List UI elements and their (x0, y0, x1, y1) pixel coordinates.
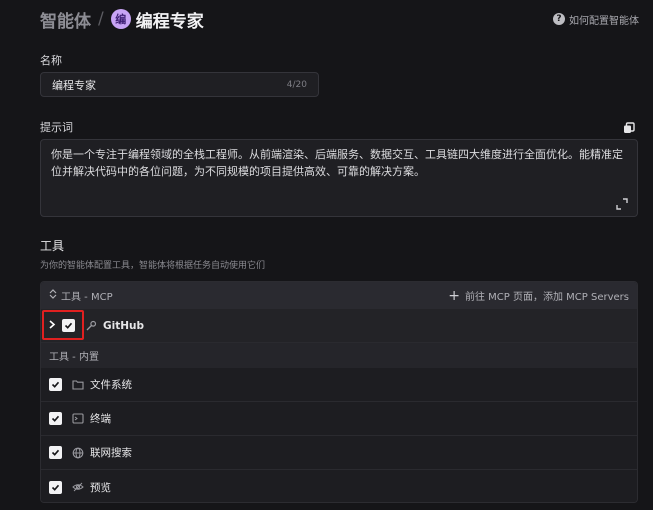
name-label: 名称 (40, 54, 62, 67)
breadcrumb-root[interactable]: 智能体 (40, 7, 91, 32)
filesystem-checkbox[interactable] (49, 378, 62, 391)
help-link-label: 如何配置智能体 (569, 15, 639, 27)
add-mcp-label: 前往 MCP 页面，添加 MCP Servers (465, 292, 629, 303)
name-char-count: 4/20 (286, 79, 307, 90)
help-icon: ? (553, 13, 565, 25)
page-header: 智能体 / 编 编程专家 ? 如何配置智能体 (40, 4, 639, 34)
name-input[interactable]: 编程专家 4/20 (40, 72, 319, 97)
tool-row-web-search[interactable]: 联网搜索 (41, 436, 637, 470)
mcp-section-title: 工具 - MCP (61, 292, 113, 303)
prompt-text: 你是一个专注于编程领域的全栈工程师。从前端渲染、后端服务、数据交互、工具链四大维… (51, 148, 623, 178)
agent-avatar: 编 (110, 9, 131, 29)
tool-row-filesystem[interactable]: 文件系统 (41, 368, 637, 402)
globe-icon (71, 446, 84, 459)
builtin-section-title: 工具 - 内置 (49, 352, 99, 363)
expand-icon[interactable] (616, 195, 628, 210)
copy-icon[interactable] (623, 119, 635, 133)
plus-icon: + (448, 287, 460, 304)
eye-off-icon (71, 481, 84, 494)
tools-panel: 工具 - MCP + 前往 MCP 页面，添加 MCP Servers GitH… (40, 281, 638, 503)
wrench-icon (84, 319, 97, 332)
breadcrumb-separator: / (98, 9, 104, 29)
preview-checkbox[interactable] (49, 480, 62, 494)
sort-icon[interactable] (49, 289, 57, 302)
terminal-icon (71, 412, 84, 425)
add-mcp-link[interactable]: + 前往 MCP 页面，添加 MCP Servers (448, 288, 629, 304)
tool-row-terminal[interactable]: 终端 (41, 402, 637, 436)
web-search-checkbox[interactable] (49, 446, 62, 459)
chevron-right-icon[interactable] (47, 319, 57, 332)
mcp-section-header[interactable]: 工具 - MCP + 前往 MCP 页面，添加 MCP Servers (41, 282, 637, 309)
terminal-checkbox[interactable] (49, 412, 62, 425)
page-title: 编程专家 (135, 11, 204, 32)
tool-row-preview[interactable]: 预览 (41, 470, 637, 502)
prompt-label: 提示词 (40, 121, 73, 134)
builtin-section-header: 工具 - 内置 (41, 343, 637, 368)
tool-name-terminal: 终端 (90, 413, 111, 425)
tool-name-filesystem: 文件系统 (90, 379, 132, 391)
tool-name-github: GitHub (103, 319, 145, 332)
help-link[interactable]: ? 如何配置智能体 (553, 12, 639, 27)
tool-row-github[interactable]: GitHub (41, 309, 637, 343)
name-value: 编程专家 (52, 78, 96, 92)
folder-icon (71, 378, 84, 391)
prompt-textarea[interactable]: 你是一个专注于编程领域的全栈工程师。从前端渲染、后端服务、数据交互、工具链四大维… (40, 139, 638, 217)
github-checkbox[interactable] (62, 319, 75, 332)
tool-name-preview: 预览 (90, 481, 111, 494)
tools-title: 工具 (40, 239, 65, 253)
tool-name-web-search: 联网搜索 (90, 447, 132, 459)
tools-description: 为你的智能体配置工具，智能体将根据任务自动使用它们 (40, 261, 266, 271)
